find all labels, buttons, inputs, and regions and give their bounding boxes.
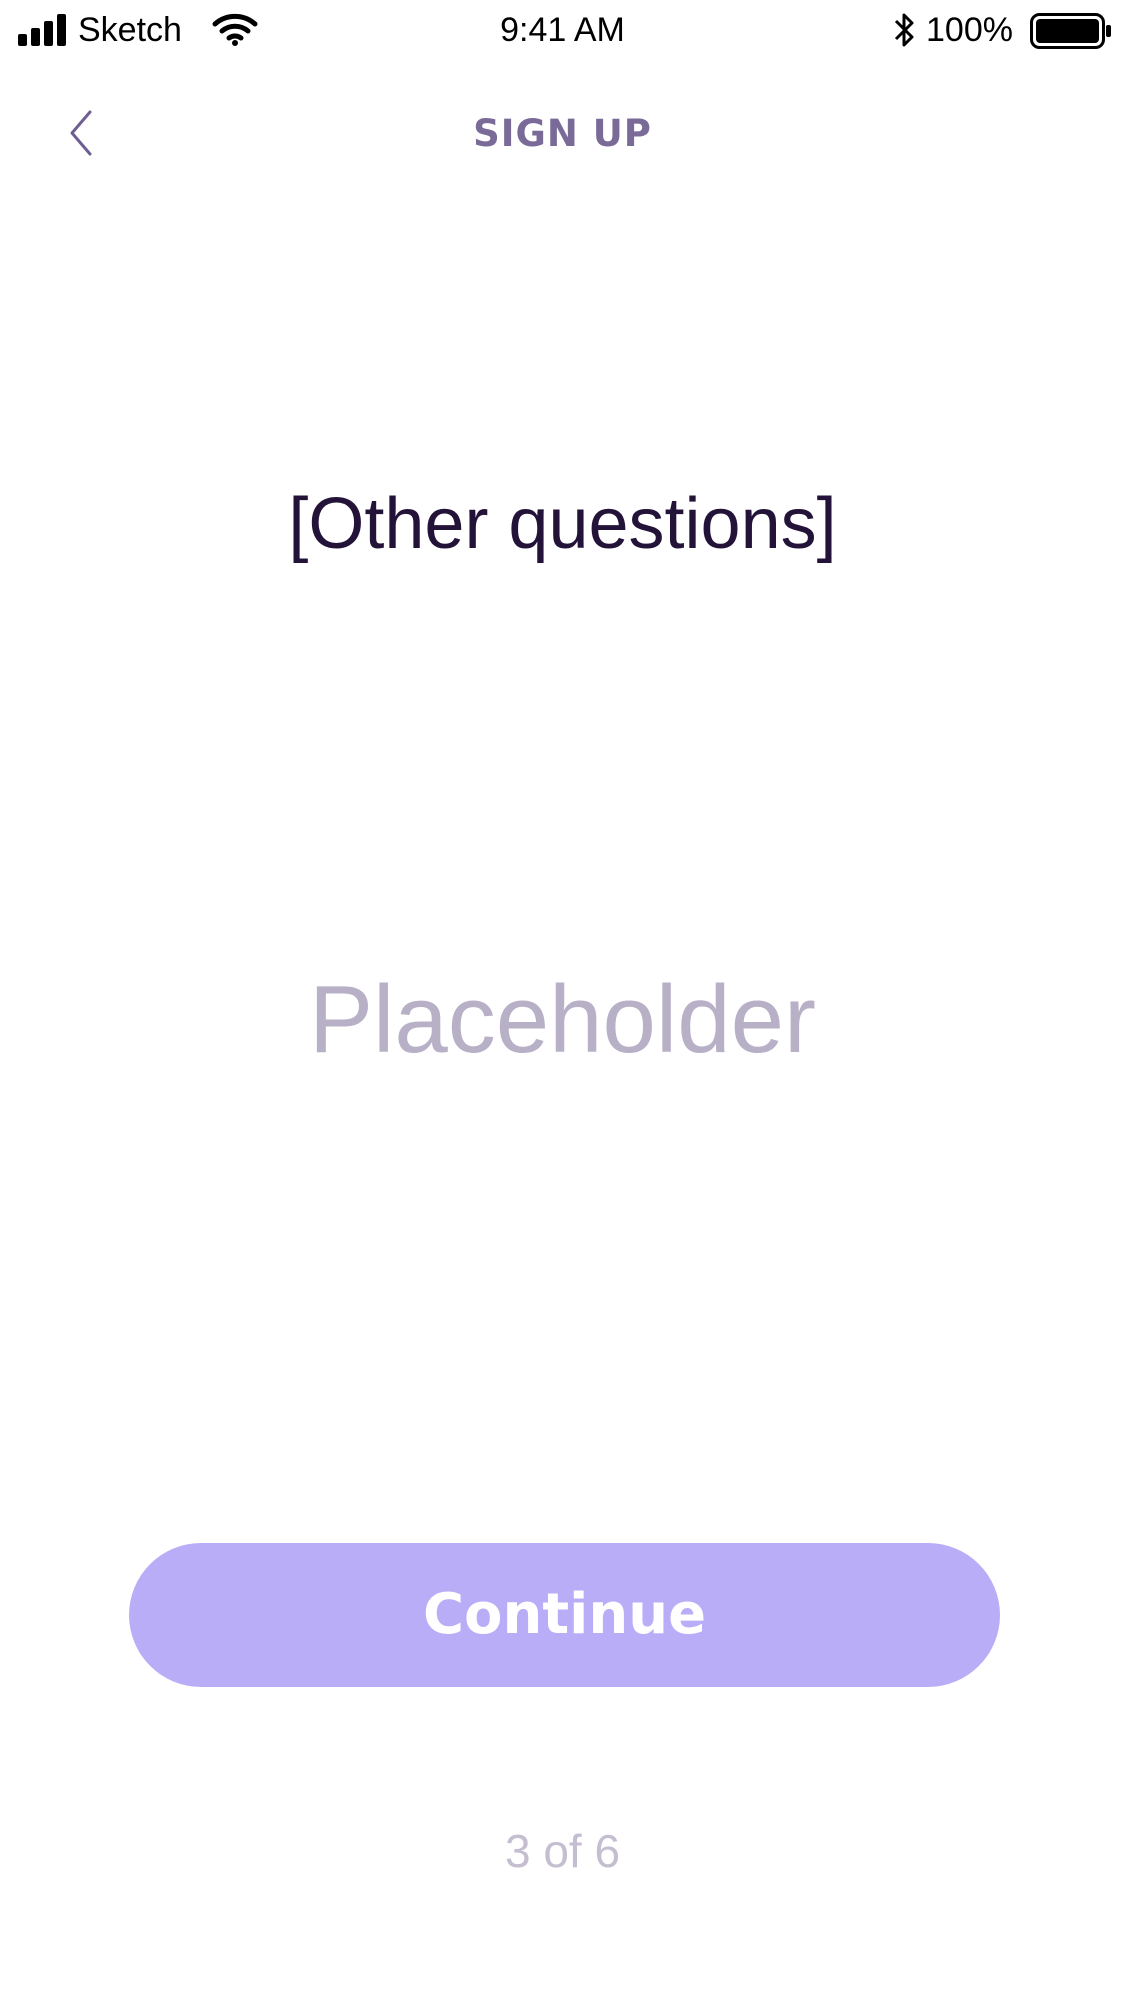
battery-percentage: 100% [926, 11, 1013, 49]
battery-icon [1030, 13, 1111, 49]
status-bar: Sketch 9:41 AM 100% [0, 0, 1125, 64]
signal-icon [18, 14, 66, 46]
carrier-name: Sketch [78, 11, 182, 49]
page-title: SIGN UP [473, 112, 652, 155]
step-indicator: 3 of 6 [504, 1825, 621, 1877]
bluetooth-icon [894, 13, 914, 47]
answer-input[interactable] [150, 960, 975, 1080]
wifi-icon [212, 13, 258, 46]
question-heading: [Other questions] [288, 484, 837, 564]
continue-button[interactable]: Continue [129, 1543, 1000, 1687]
